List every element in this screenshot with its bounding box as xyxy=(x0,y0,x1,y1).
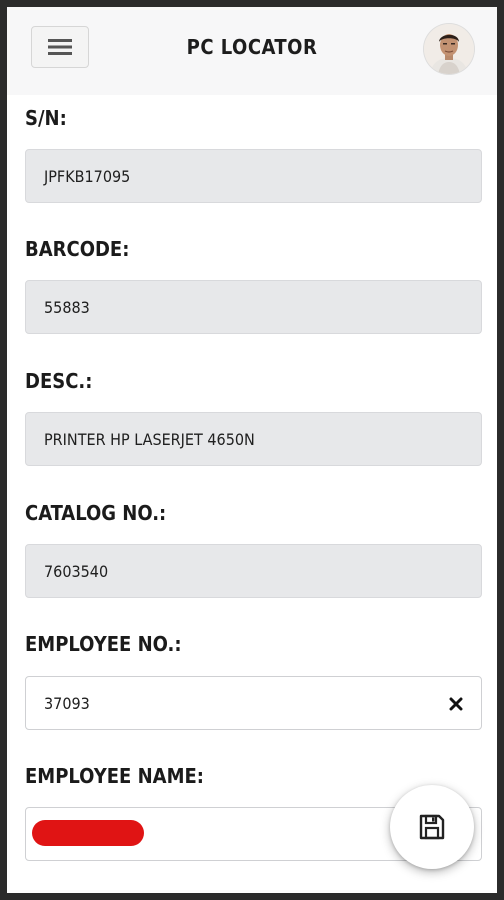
save-button[interactable] xyxy=(390,785,474,869)
catalog-field: 7603540 xyxy=(25,544,482,598)
floppy-disk-icon xyxy=(419,814,445,840)
desc-label: DESC.: xyxy=(25,369,93,393)
app-screen: PC LOCATOR S/N: JPFKB17095 BARCODE: 5588… xyxy=(7,7,497,893)
serial-label: S/N: xyxy=(25,106,67,130)
barcode-field: 55883 xyxy=(25,280,482,334)
serial-field: JPFKB17095 xyxy=(25,149,482,203)
clear-button[interactable] xyxy=(445,693,467,715)
barcode-value: 55883 xyxy=(44,297,90,317)
employee-no-label: EMPLOYEE NO.: xyxy=(25,632,182,656)
barcode-label: BARCODE: xyxy=(25,237,130,261)
employee-no-input[interactable]: 37093 xyxy=(25,676,482,730)
desc-value: PRINTER HP LASERJET 4650N xyxy=(44,429,255,449)
user-avatar-icon xyxy=(424,24,474,74)
catalog-value: 7603540 xyxy=(44,561,109,581)
employee-no-value[interactable]: 37093 xyxy=(44,694,90,713)
employee-name-label: EMPLOYEE NAME: xyxy=(25,764,204,788)
catalog-label: CATALOG NO.: xyxy=(25,501,167,525)
close-icon xyxy=(449,697,463,711)
serial-value: JPFKB17095 xyxy=(44,166,131,186)
avatar[interactable] xyxy=(424,24,474,74)
redacted-name xyxy=(32,820,144,846)
top-bar: PC LOCATOR xyxy=(7,7,497,95)
desc-field: PRINTER HP LASERJET 4650N xyxy=(25,412,482,466)
